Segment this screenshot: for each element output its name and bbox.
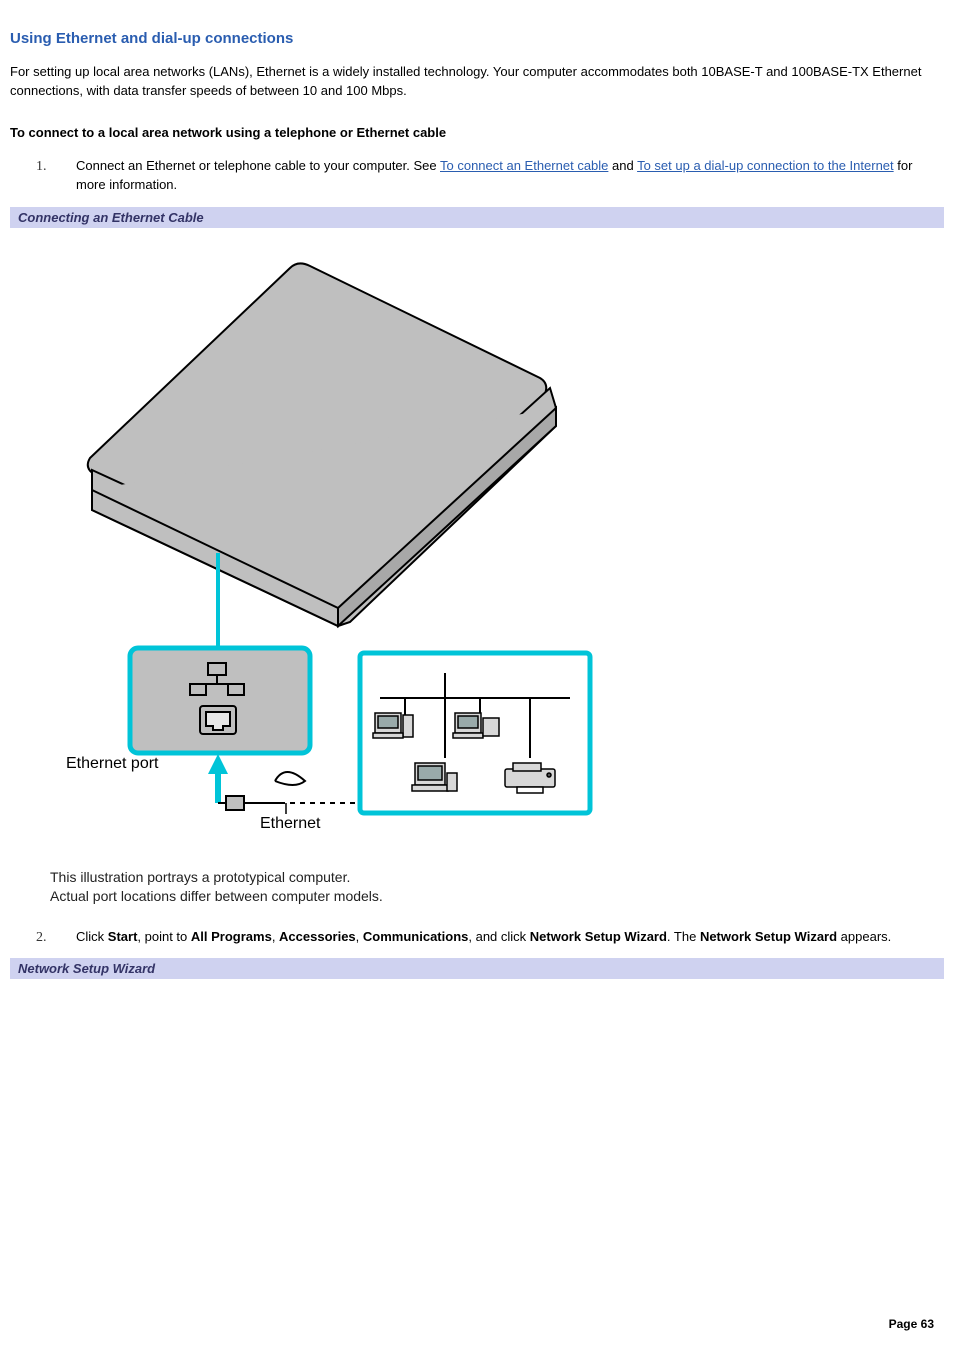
step2-start: Start [108,929,138,944]
svg-text:Ethernet cable: Ethernet cable [260,815,325,828]
step2-m1: , point to [137,929,190,944]
document-page: Using Ethernet and dial-up connections F… [0,0,954,1351]
intro-paragraph: For setting up local area networks (LANs… [10,63,944,101]
steps-list-cont: Click Start, point to All Programs, Acce… [10,927,944,947]
link-setup-dialup[interactable]: To set up a dial-up connection to the In… [637,158,894,173]
illustration-note-line2: Actual port locations differ between com… [50,888,383,904]
step2-m3: , [356,929,363,944]
step2-allprograms: All Programs [191,929,272,944]
step2-comm: Communications [363,929,468,944]
illustration-note: This illustration portrays a prototypica… [10,838,944,927]
step2-m2: , [272,929,279,944]
caption-connecting-ethernet: Connecting an Ethernet Cable [10,207,944,228]
page-number: Page 63 [889,1317,934,1331]
step2-m4: , and click [468,929,529,944]
link-connect-ethernet-cable[interactable]: To connect an Ethernet cable [440,158,608,173]
steps-list: Connect an Ethernet or telephone cable t… [10,156,944,195]
step1-text-prefix: Connect an Ethernet or telephone cable t… [76,158,440,173]
step1-text-mid: and [608,158,637,173]
step2-nsw2: Network Setup Wizard [700,929,837,944]
step2-m5: . The [667,929,700,944]
label-ethernet-cable-1: Ethernet [260,815,321,828]
caption-network-setup-wizard: Network Setup Wizard [10,958,944,979]
sub-heading: To connect to a local area network using… [10,125,944,140]
step-1: Connect an Ethernet or telephone cable t… [66,156,944,195]
illustration-ethernet: Ethernet port Ethernet cable [10,238,944,838]
step2-prefix: Click [76,929,108,944]
step2-m6: appears. [837,929,891,944]
step2-nsw: Network Setup Wizard [530,929,667,944]
page-title: Using Ethernet and dial-up connections [10,30,944,47]
step2-accessories: Accessories [279,929,356,944]
label-ethernet-port: Ethernet port [66,755,159,772]
illustration-note-line1: This illustration portrays a prototypica… [50,869,350,885]
step-2: Click Start, point to All Programs, Acce… [66,927,944,947]
ethernet-diagram-svg: Ethernet port Ethernet cable [50,258,610,828]
